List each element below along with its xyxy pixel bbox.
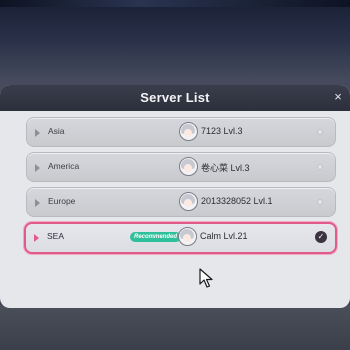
server-region: America bbox=[48, 161, 80, 171]
character-avatar-icon bbox=[179, 157, 198, 176]
dialog-title: Server List bbox=[140, 90, 210, 105]
recommended-badge: Recommended bbox=[130, 232, 182, 242]
dialog-header: Server List × bbox=[0, 85, 350, 111]
player-name-level: 7123 Lvl.3 bbox=[201, 126, 243, 136]
server-region: SEA bbox=[47, 231, 65, 241]
radio-dot-icon bbox=[317, 199, 323, 205]
backdrop-bottom bbox=[0, 305, 350, 350]
server-row-sea[interactable]: SEA Recommended Calm Lvl.21 ✓ bbox=[24, 222, 337, 254]
play-arrow-icon bbox=[35, 129, 40, 137]
radio-dot-icon bbox=[317, 129, 323, 135]
player-name-level: 卷心菜 Lvl.3 bbox=[201, 163, 250, 173]
play-arrow-icon bbox=[35, 164, 40, 172]
close-icon[interactable]: × bbox=[330, 89, 346, 105]
character-avatar-icon bbox=[178, 227, 197, 246]
server-region: Europe bbox=[48, 196, 76, 206]
top-strip bbox=[0, 0, 350, 7]
server-list: Asia 7123 Lvl.3 America 卷心菜 Lvl.3 Europe… bbox=[0, 111, 350, 308]
server-region: Asia bbox=[48, 126, 65, 136]
player-name-level: 2013328052 Lvl.1 bbox=[201, 196, 273, 206]
character-avatar-icon bbox=[179, 192, 198, 211]
server-list-dialog: Server List × Asia 7123 Lvl.3 America 卷心… bbox=[0, 85, 350, 308]
play-arrow-icon bbox=[35, 199, 40, 207]
server-row-asia[interactable]: Asia 7123 Lvl.3 bbox=[26, 117, 336, 147]
server-row-america[interactable]: America 卷心菜 Lvl.3 bbox=[26, 152, 336, 182]
character-avatar-icon bbox=[179, 122, 198, 141]
radio-dot-icon bbox=[317, 164, 323, 170]
check-circle-icon: ✓ bbox=[315, 231, 327, 243]
play-arrow-icon bbox=[34, 234, 39, 242]
server-row-europe[interactable]: Europe 2013328052 Lvl.1 bbox=[26, 187, 336, 217]
player-name-level: Calm Lvl.21 bbox=[200, 231, 248, 241]
mouse-pointer-icon bbox=[199, 268, 213, 288]
